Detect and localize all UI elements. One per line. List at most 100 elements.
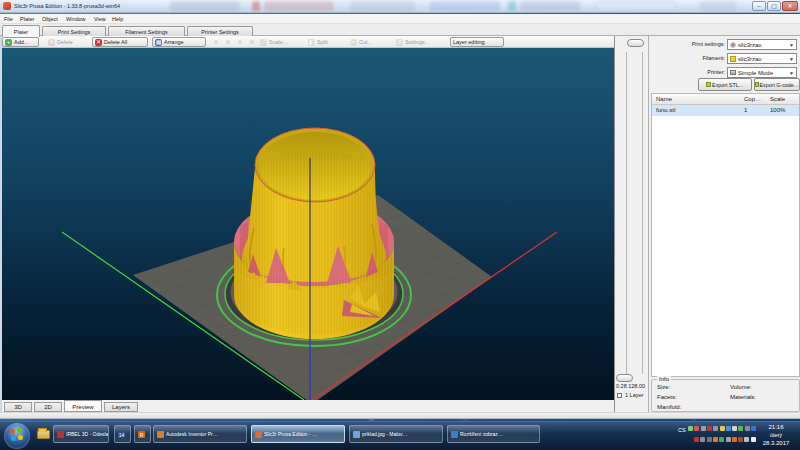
table-row[interactable]: funo.stl 1 100% [652, 105, 799, 116]
tray-icon[interactable] [745, 426, 750, 431]
tray-icon[interactable] [738, 437, 743, 442]
tray-icon[interactable] [744, 437, 749, 442]
clock-day: úterý [756, 432, 796, 438]
toolbar-settings-[interactable]: ⚙Settings… [394, 37, 444, 47]
scale-icon: ⤢ [260, 39, 267, 46]
one-layer-label: 1 Layer [625, 392, 643, 398]
info-box: Info Size: Facets: Manifold: Volume: Mat… [651, 379, 800, 412]
chevron-down-icon: ▼ [789, 42, 794, 48]
tray-icon[interactable] [719, 437, 724, 442]
3d-viewport[interactable] [2, 48, 614, 400]
tray-icon[interactable] [707, 426, 712, 431]
label-gear-icon: Print settings: [653, 41, 725, 47]
toolbar-layer-editing[interactable]: Layer editing [450, 37, 504, 47]
tray-icon[interactable] [694, 437, 699, 442]
info-manifold-label: Manifold: [657, 404, 681, 410]
tray-icon[interactable] [732, 437, 737, 442]
tab-filament-settings[interactable]: Filament Settings [108, 26, 185, 36]
tray-icon[interactable] [713, 437, 718, 442]
toolbar-rotate-ccw-icon[interactable] [212, 37, 223, 47]
main-tab-bar: PlaterPrint SettingsFilament SettingsPri… [0, 24, 800, 36]
toolbar-rotate-left-icon[interactable] [236, 37, 247, 47]
layer-slider-thumb-top[interactable] [627, 39, 644, 47]
slic3r-window: Slic3r Prusa Edition - 1.33.8-prusa3d-wi… [0, 0, 800, 419]
close-button[interactable]: ✕ [782, 1, 798, 11]
info-size-label: Size: [657, 384, 670, 390]
view-tab-2d[interactable]: 2D [34, 402, 62, 412]
tray-icon[interactable] [688, 426, 693, 431]
view-tab-3d[interactable]: 3D [4, 402, 32, 412]
taskbar-button-6[interactable]: Rozšíření zobraz… [447, 425, 540, 443]
title-bar[interactable]: Slic3r Prusa Edition - 1.33.8-prusa3d-wi… [0, 0, 800, 13]
label-filament-swatch: Filament: [653, 55, 725, 61]
explorer-icon[interactable] [37, 430, 50, 439]
one-layer-checkbox[interactable] [617, 393, 622, 398]
tray-icon[interactable] [726, 426, 731, 431]
clock-date: 28.3.2017 [756, 440, 796, 446]
tray-icon[interactable] [700, 437, 705, 442]
tray-icon[interactable] [720, 426, 725, 431]
tray-icon[interactable] [701, 426, 706, 431]
combo-gear[interactable]: slic3rzao▼ [727, 39, 797, 50]
tray-icon[interactable] [732, 426, 737, 431]
tab-printer-settings[interactable]: Printer Settings [187, 26, 253, 36]
app-icon [3, 2, 11, 10]
minimize-button[interactable]: – [752, 1, 766, 11]
window-title: Slic3r Prusa Edition - 1.33.8-prusa3d-wi… [14, 3, 120, 9]
menu-file[interactable]: File [4, 16, 13, 22]
view-tab-layers[interactable]: Layers [104, 402, 138, 412]
maximize-button[interactable]: ▢ [767, 1, 781, 11]
menu-view[interactable]: View [94, 16, 106, 22]
menu-plater[interactable]: Plater [20, 16, 34, 22]
start-button[interactable] [4, 423, 30, 449]
taskbar-button-0[interactable]: IRBEL 3D - Odeslat o… [53, 425, 109, 443]
toolbar-split[interactable]: ◧Split [306, 37, 344, 47]
tray-icon[interactable] [707, 437, 712, 442]
tray-icon[interactable] [713, 426, 718, 431]
taskbar-button-2[interactable]: R [134, 425, 151, 443]
toolbar-cut-[interactable]: ✂Cut… [348, 37, 388, 47]
toolbar: +Add… ✕Delete ✕Delete All ▦Arrange ⤢Scale… ◧S… [0, 36, 614, 48]
layer-slider-thumb-bottom[interactable] [616, 374, 633, 382]
toolbar-rotate-cw-icon[interactable] [224, 37, 235, 47]
menu-help[interactable]: Help [112, 16, 123, 22]
toolbar-add-[interactable]: +Add… [2, 37, 39, 47]
taskbar-button-3[interactable]: Autodesk Inventor Pr… [153, 425, 247, 443]
object-table[interactable]: Name Cop… Scale funo.stl 1 100% [651, 93, 800, 377]
toolbar-delete-all[interactable]: ✕Delete All [92, 37, 148, 47]
language-indicator[interactable]: CS [678, 427, 686, 433]
tray-icon[interactable] [726, 437, 731, 442]
menu-window[interactable]: Window [66, 16, 86, 22]
info-materials-label: Materials: [730, 394, 756, 400]
model-funo[interactable] [234, 128, 394, 339]
taskbar-button-5[interactable]: priklad.jpg - Malov… [349, 425, 443, 443]
clock-time[interactable]: 21:16 [756, 424, 796, 430]
view-tab-preview[interactable]: Preview [64, 400, 102, 412]
tray-icon[interactable] [738, 426, 743, 431]
table-header: Name Cop… Scale [652, 94, 799, 105]
menu-object[interactable]: Object [42, 16, 58, 22]
taskbar-button-1[interactable]: 14 [114, 425, 131, 443]
delete-icon: ✕ [48, 39, 55, 46]
toolbar-arrange[interactable]: ▦Arrange [152, 37, 206, 47]
taskbar-app-icon: R [138, 431, 145, 438]
add-icon: + [5, 39, 12, 46]
combo-printer[interactable]: Simple Mode▼ [727, 67, 797, 78]
export-stl-button[interactable]: Export STL… [698, 78, 752, 91]
toolbar-scale-[interactable]: ⤢Scale… [258, 37, 300, 47]
taskbar-app-icon [451, 431, 458, 438]
combo-filament-swatch[interactable]: slic3rzao▼ [727, 53, 797, 64]
taskbar-app-icon [157, 431, 164, 438]
info-facets-label: Facets: [657, 394, 677, 400]
taskbar-button-4[interactable]: Slic3r Prusa Edition - … [251, 425, 345, 443]
tab-plater[interactable]: Plater [2, 25, 40, 37]
window-left-border [0, 36, 2, 412]
gear-icon [730, 42, 736, 48]
tab-print-settings[interactable]: Print Settings [42, 26, 106, 36]
rotate-right-icon [250, 40, 254, 44]
tray-icon[interactable] [694, 426, 699, 431]
toolbar-delete[interactable]: ✕Delete [46, 37, 86, 47]
export-gcode-button[interactable]: Export G-code… [754, 78, 800, 91]
rotate-ccw-icon [214, 40, 218, 44]
tray-icon[interactable] [751, 437, 756, 442]
